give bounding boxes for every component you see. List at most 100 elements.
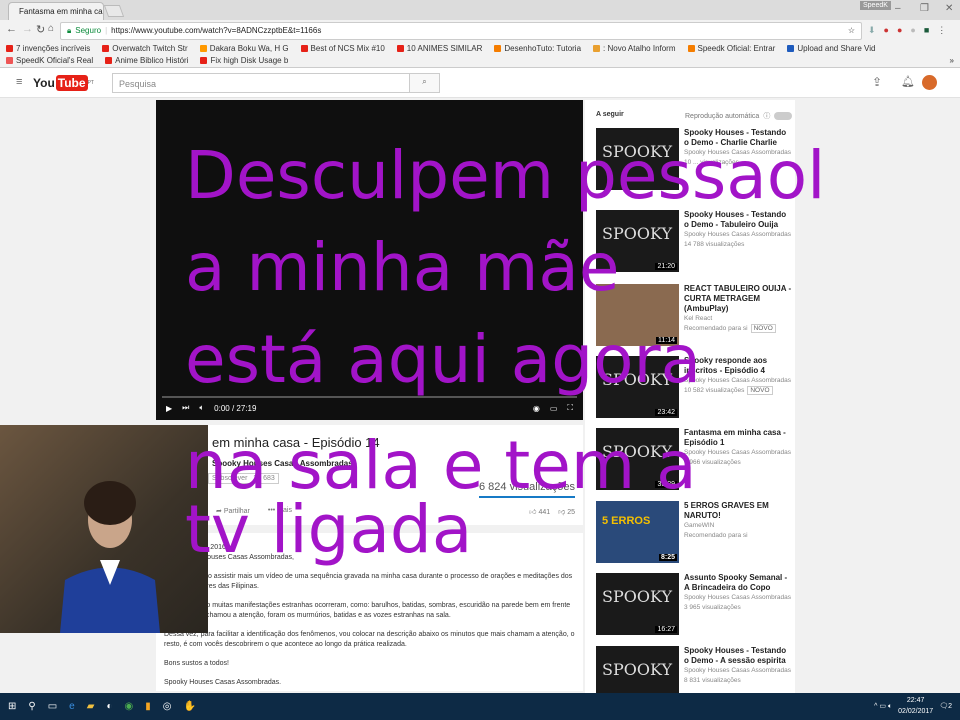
dislike-count: 25	[567, 509, 575, 516]
video-title[interactable]: Spooky responde aos inscritos - Episódio…	[684, 356, 792, 376]
thumbnail-text: 5 ERROS	[602, 515, 651, 527]
file-explorer-icon[interactable]: ▰	[87, 701, 95, 712]
video-thumbnail[interactable]: 11:14	[596, 284, 679, 346]
app-icon[interactable]: ✋	[183, 701, 195, 712]
play-icon[interactable]: ▶	[166, 404, 172, 413]
sidebar-video-item[interactable]: SPOOKY 16:27 Assunto Spooky Semanal - A B…	[596, 573, 791, 637]
video-title[interactable]: Spooky Houses - Testando o Demo - Tabule…	[684, 210, 792, 230]
url-text[interactable]: https://www.youtube.com/watch?v=8ADNCzzp…	[111, 26, 321, 36]
browser-tab[interactable]: Fantasma em minha casa✕	[8, 2, 104, 20]
sidebar-video-item[interactable]: SPOOKY 21:20 Spooky Houses - Testando o D…	[596, 210, 791, 274]
youtube-logo[interactable]: You Tube PT	[33, 75, 94, 91]
home-icon[interactable]: ⌂	[48, 23, 54, 34]
thumbnail-text: SPOOKY	[602, 660, 673, 679]
dislike-button[interactable]: 👎︎ 25	[558, 507, 575, 516]
video-player[interactable]: ▶ ⏭ 🔈︎ 0:00 / 27:19 ◉ ▭ ⛶	[156, 100, 583, 420]
video-thumbnail[interactable]: SPOOKY 35:29	[596, 428, 679, 490]
address-bar[interactable]: 🔒︎ Seguro | https://www.youtube.com/watc…	[60, 22, 862, 40]
action-center-icon[interactable]: 🗨︎2	[939, 701, 952, 712]
video-thumbnail[interactable]: SPOOKY 16:27	[596, 573, 679, 635]
bookmark[interactable]: Fix high Disk Usage b	[200, 55, 288, 66]
extension-icon[interactable]: ●	[884, 25, 889, 36]
volume-icon[interactable]: 🔈︎	[199, 403, 204, 413]
video-title[interactable]: Fantasma em minha casa - Episódio 1	[684, 428, 792, 448]
sidebar-video-item[interactable]: SPOOKY 23:42 Spooky responde aos inscrito…	[596, 356, 791, 420]
autoplay-toggle[interactable]	[774, 112, 793, 120]
bookmark[interactable]: Best of NCS Mix #10	[300, 43, 385, 54]
bookmark[interactable]: Dakara Boku Wa, H G	[199, 43, 289, 54]
bookmark[interactable]: 10 ANIMES SIMILAR	[396, 43, 482, 54]
view-count: Recomendado para si	[684, 532, 748, 539]
tray-icons[interactable]: ^ ▭ 🔈︎	[874, 701, 892, 712]
bookmark[interactable]: Speedk Oficial: Entrar	[687, 43, 775, 54]
clock[interactable]: 22:47 02/02/2017	[898, 695, 933, 717]
channel-name[interactable]: Spooky Houses Casas Assombradas	[212, 459, 353, 468]
more-bookmarks-button[interactable]: »	[950, 55, 954, 66]
next-icon[interactable]: ⏭	[182, 403, 189, 413]
video-thumbnail[interactable]: 5 ERROS 8:25	[596, 501, 679, 563]
obs-icon[interactable]: ◎	[163, 701, 172, 712]
sidebar-video-item[interactable]: 5 ERROS 8:25 5 ERROS GRAVES EM NARUTO! Ga…	[596, 501, 791, 565]
video-title[interactable]: Spooky Houses - Testando o Demo - A sess…	[684, 646, 792, 666]
progress-bar[interactable]	[162, 396, 577, 398]
bookmark-label: Upload and Share Vid	[797, 44, 876, 53]
search-button[interactable]: ⌕	[409, 73, 440, 93]
star-icon[interactable]: ☆	[848, 26, 855, 36]
bookmark[interactable]: Anime Biblico Históri	[105, 55, 188, 66]
bookmark[interactable]: Overwatch Twitch Str	[102, 43, 188, 54]
steam-icon[interactable]: ◐	[106, 701, 112, 712]
app-icon[interactable]: ▮	[145, 701, 151, 712]
extension-icon[interactable]: ●	[910, 25, 915, 36]
bookmark[interactable]: SpeedK Oficial's Real	[6, 55, 93, 66]
upload-icon[interactable]: ⇪	[872, 75, 882, 89]
fullscreen-icon[interactable]: ⛶	[567, 403, 573, 413]
video-title[interactable]: Assunto Spooky Semanal - A Brincadeira d…	[684, 573, 792, 593]
video-title[interactable]: REACT TABULEIRO OUIJA - CURTA METRAGEM (…	[684, 284, 792, 314]
sidebar-video-item[interactable]: SPOOKY Spooky Houses - Testando o Demo -…	[596, 128, 791, 192]
forward-icon[interactable]: →	[22, 23, 33, 35]
edge-icon[interactable]: e	[69, 701, 75, 712]
autoplay-toggle-icon[interactable]: ◉	[533, 404, 540, 413]
start-icon[interactable]: ⊞	[8, 701, 16, 712]
video-thumbnail[interactable]: SPOOKY 21:20	[596, 210, 679, 272]
sidebar-video-item[interactable]: SPOOKY 35:29 Fantasma em minha casa - Epi…	[596, 428, 791, 492]
bookmark[interactable]: DesenhoTuto: Tutoria	[494, 43, 581, 54]
search-input[interactable]: Pesquisa	[112, 73, 410, 93]
minimize-icon[interactable]: –	[895, 3, 901, 14]
share-button[interactable]: ➦ Partilhar	[216, 507, 250, 515]
subscribe-label: Subscrever	[212, 475, 248, 482]
bookmark[interactable]: Upload and Share Vid	[787, 43, 875, 54]
guide-menu-icon[interactable]: ≡	[16, 76, 22, 88]
like-button[interactable]: 👍︎ 441	[529, 507, 550, 516]
profile-button[interactable]: SpeedK	[860, 1, 891, 10]
bookmark-icon	[102, 45, 110, 52]
reload-icon[interactable]: ↻	[36, 23, 45, 36]
close-window-icon[interactable]: ✕	[945, 3, 953, 14]
video-thumbnail[interactable]: SPOOKY	[596, 128, 679, 190]
chrome-icon[interactable]: ◉	[124, 701, 133, 712]
restore-icon[interactable]: ❐	[920, 3, 929, 14]
more-button[interactable]: ••• Mais	[268, 507, 292, 515]
miniplayer-icon[interactable]: ▭	[550, 404, 558, 413]
extension-icon[interactable]: ■	[924, 25, 929, 36]
channel-name: Spooky Houses Casas Assombradas	[684, 594, 791, 601]
back-icon[interactable]: ←	[6, 23, 17, 35]
extension-icon[interactable]: ●	[897, 25, 902, 36]
avatar[interactable]	[922, 75, 937, 90]
bookmark[interactable]: 7 invenções incríveis	[6, 43, 90, 54]
task-view-icon[interactable]: ▭	[48, 701, 57, 712]
menu-icon[interactable]: ⋮	[937, 25, 946, 36]
search-icon[interactable]: ⚲	[28, 701, 35, 712]
video-duration: 23:42	[655, 409, 677, 416]
up-next-sidebar: A seguir Reprodução automática ⓘ SPOOKY …	[585, 100, 795, 708]
bookmark[interactable]: : Novo Atalho Inform	[593, 43, 676, 54]
download-extension-icon[interactable]: ⬇	[868, 25, 876, 36]
subscribe-button[interactable]: Subscrever 20 683	[208, 473, 279, 484]
new-tab-button[interactable]	[103, 5, 125, 17]
channel-name: Kel React	[684, 315, 713, 322]
video-title[interactable]: Spooky Houses - Testando o Demo - Charli…	[684, 128, 792, 148]
video-thumbnail[interactable]: SPOOKY 23:42	[596, 356, 679, 418]
notifications-bell-icon[interactable]: 🔔︎	[901, 75, 915, 88]
video-title[interactable]: 5 ERROS GRAVES EM NARUTO!	[684, 501, 792, 521]
sidebar-video-item[interactable]: 11:14 REACT TABULEIRO OUIJA - CURTA METR…	[596, 284, 791, 348]
